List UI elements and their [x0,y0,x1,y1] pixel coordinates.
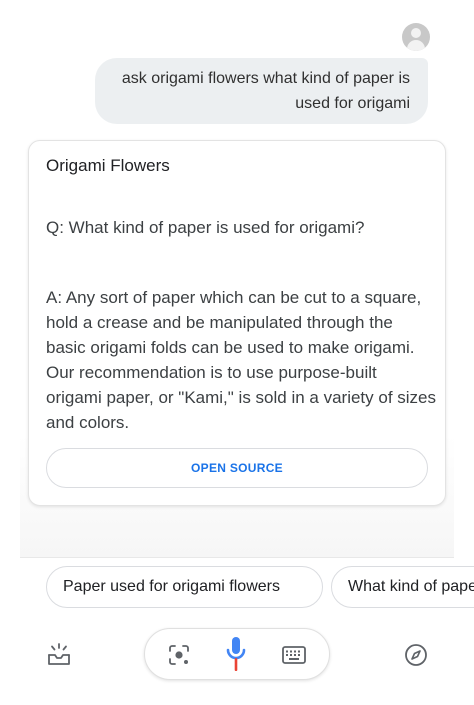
card-answer: A: Any sort of paper which can be cut to… [46,288,437,432]
answer-card: Origami Flowers Q: What kind of paper is… [28,140,446,506]
input-pill [144,628,330,680]
divider [20,557,454,558]
card-title: Origami Flowers [46,156,170,175]
suggestion-chip[interactable]: Paper used for origami flowers [46,566,323,608]
suggestion-chip[interactable]: What kind of paper [331,566,474,608]
user-query-bubble: ask origami flowers what kind of paper i… [95,58,428,124]
assistant-screen: ask origami flowers what kind of paper i… [0,0,474,705]
mic-icon[interactable] [225,636,247,672]
conversation-area[interactable]: ask origami flowers what kind of paper i… [20,0,454,558]
user-avatar-icon [402,23,430,51]
bottom-toolbar [0,622,474,686]
open-source-button[interactable]: OPEN SOURCE [46,448,428,488]
keyboard-icon[interactable] [282,645,306,665]
explore-compass-icon[interactable] [404,643,428,667]
snapshot-inbox-icon[interactable] [46,642,72,668]
card-question: Q: What kind of paper is used for origam… [46,218,365,237]
suggestion-chips: Paper used for origami flowers What kind… [0,566,474,610]
lens-icon[interactable] [167,643,191,667]
